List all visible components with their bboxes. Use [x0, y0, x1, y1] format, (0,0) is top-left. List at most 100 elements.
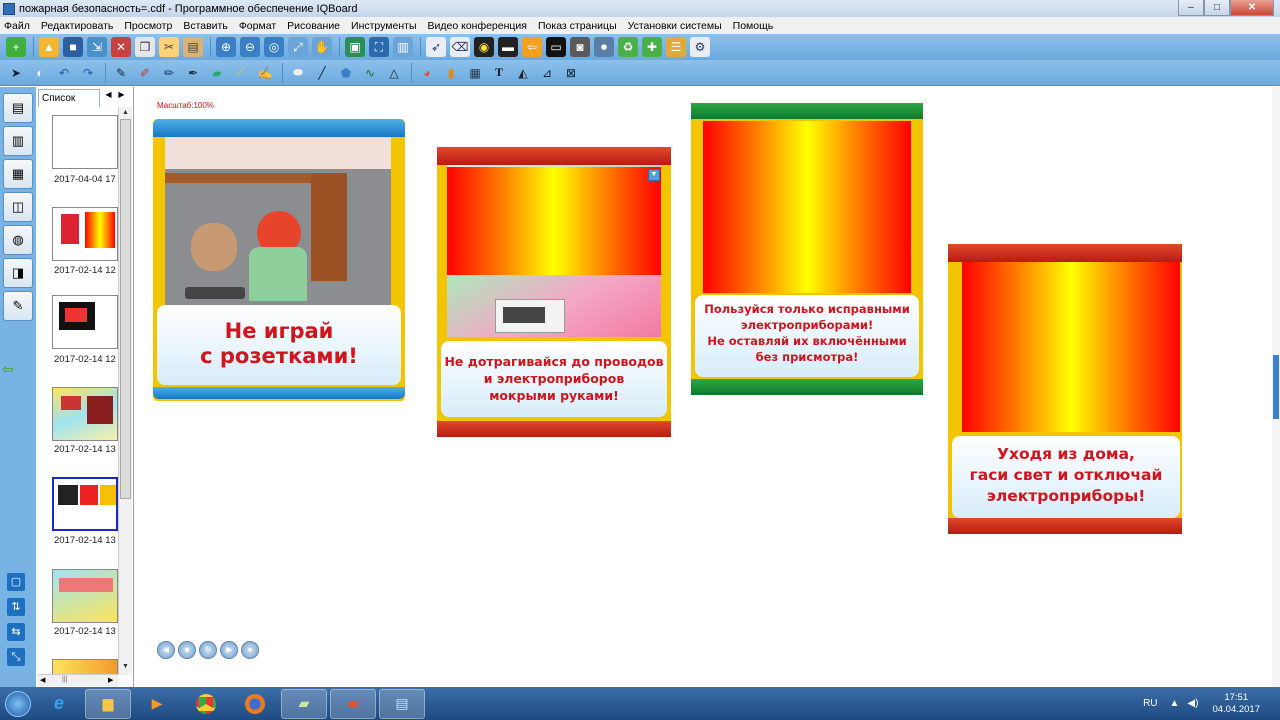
fullscreen-icon[interactable]: ⛶: [369, 37, 389, 57]
menu-file[interactable]: Файл: [4, 20, 30, 32]
menu-format[interactable]: Формат: [239, 20, 276, 32]
page-thumbnail-4[interactable]: [52, 387, 118, 441]
taskbar-notes[interactable]: ▰: [281, 688, 327, 719]
safety-card-4[interactable]: Уходя из дома, гаси свет и отключай элек…: [948, 244, 1182, 534]
ruler-icon[interactable]: ⊿: [537, 63, 557, 83]
language-indicator[interactable]: RU: [1143, 698, 1157, 709]
taskbar-media[interactable]: ▶: [134, 689, 180, 719]
safety-card-3[interactable]: Пользуйся только исправными электроприбо…: [691, 103, 923, 395]
taskbar-firefox[interactable]: [232, 689, 278, 719]
zoom-in-icon[interactable]: ⊕: [216, 37, 236, 57]
add-icon[interactable]: ✚: [642, 37, 662, 57]
fit-icon[interactable]: ⤢: [288, 37, 308, 57]
pointer-icon[interactable]: ➶: [426, 37, 446, 57]
library-icon[interactable]: ▥: [3, 126, 33, 156]
dual-screen-icon[interactable]: ▥: [393, 37, 413, 57]
maximize-button[interactable]: □: [1204, 0, 1230, 16]
menu-help[interactable]: Помощь: [733, 20, 774, 32]
whiteboard-canvas[interactable]: Масштаб:100% Не играй с розетками! ▼ Не …: [135, 87, 1271, 687]
nav-stop-button[interactable]: ■: [178, 641, 196, 659]
laser-pen-icon[interactable]: ⟋: [231, 63, 251, 83]
highlighter-icon[interactable]: ▰: [207, 63, 227, 83]
pen-icon[interactable]: ✎: [111, 63, 131, 83]
smart-pen-icon[interactable]: ✍: [255, 63, 275, 83]
taskbar-explorer[interactable]: ▆: [85, 688, 131, 719]
delete-icon[interactable]: ✕: [111, 37, 131, 57]
paste-icon[interactable]: ▤: [183, 37, 203, 57]
pencil-icon[interactable]: ✏: [159, 63, 179, 83]
screenshot-icon[interactable]: ▣: [345, 37, 365, 57]
nav-refresh-button[interactable]: ↻: [199, 641, 217, 659]
web-icon[interactable]: ◍: [3, 225, 33, 255]
swap-icon[interactable]: ⇆: [7, 623, 25, 641]
menu-tools[interactable]: Инструменты: [351, 20, 416, 32]
redo-icon[interactable]: ↷: [78, 63, 98, 83]
eraser-tool-icon[interactable]: ⬬: [288, 63, 308, 83]
taskbar-ie[interactable]: e: [36, 689, 82, 719]
chart-tool-icon[interactable]: ◨: [3, 258, 33, 288]
safety-card-2[interactable]: ▼ Не дотрагивайся до проводов и электроп…: [437, 147, 671, 437]
record-icon[interactable]: ⏺: [594, 37, 614, 57]
back-icon[interactable]: ⇦: [522, 37, 542, 57]
taskbar-powerpoint[interactable]: ▣: [330, 688, 376, 719]
page-list-scrollbar[interactable]: ▲ ▼: [118, 107, 132, 675]
color-icon[interactable]: ◕: [417, 63, 437, 83]
start-button[interactable]: [0, 687, 36, 720]
menu-page-show[interactable]: Показ страницы: [538, 20, 617, 32]
screen-shade-icon[interactable]: ▬: [498, 37, 518, 57]
clock[interactable]: 17:51 04.04.2017: [1212, 692, 1260, 716]
minimize-button[interactable]: –: [1178, 0, 1204, 16]
page-thumbnail-2[interactable]: [52, 207, 118, 261]
table-icon[interactable]: ▦: [465, 63, 485, 83]
scrollbar-thumb[interactable]: [120, 119, 131, 499]
eraser-icon[interactable]: ⌫: [450, 37, 470, 57]
safety-card-1[interactable]: Не играй с розетками!: [153, 119, 405, 401]
sort-icon[interactable]: ⇅: [7, 598, 25, 616]
tray-arrow-icon[interactable]: ▲: [1170, 698, 1180, 709]
fill-icon[interactable]: ◭: [513, 63, 533, 83]
scroll-up-icon[interactable]: ▲: [122, 109, 129, 116]
mouse-icon[interactable]: ◐: [30, 63, 50, 83]
menu-system-settings[interactable]: Установки системы: [628, 20, 722, 32]
open-icon[interactable]: ▲: [39, 37, 59, 57]
canvas-scrollbar[interactable]: [1272, 87, 1280, 687]
notes-icon[interactable]: ✎: [3, 291, 33, 321]
pan-icon[interactable]: ✋: [312, 37, 332, 57]
page-thumbnail-1[interactable]: [52, 115, 118, 169]
menu-draw[interactable]: Рисование: [287, 20, 340, 32]
marker-icon[interactable]: ✒: [183, 63, 203, 83]
clear-icon[interactable]: ☰: [666, 37, 686, 57]
menu-edit[interactable]: Редактировать: [41, 20, 114, 32]
volume-icon[interactable]: ◀): [1187, 698, 1198, 709]
tab-list[interactable]: Список: [38, 89, 100, 107]
resource-icon[interactable]: ▦: [3, 159, 33, 189]
scroll-right-icon[interactable]: ▶: [108, 676, 113, 684]
collapse-arrow-icon[interactable]: ⇦: [2, 361, 14, 378]
export-icon[interactable]: ⇲: [87, 37, 107, 57]
cut-icon[interactable]: ✂: [159, 37, 179, 57]
nav-record-button[interactable]: ●: [241, 641, 259, 659]
copy-icon[interactable]: ❐: [135, 37, 155, 57]
canvas-scroll-thumb[interactable]: [1273, 355, 1279, 419]
page-thumbnail-6[interactable]: [52, 569, 118, 623]
dropdown-icon[interactable]: ▼: [648, 169, 660, 181]
polygon-icon[interactable]: ⬟: [336, 63, 356, 83]
brush-icon[interactable]: ✐: [135, 63, 155, 83]
display-icon[interactable]: ▭: [546, 37, 566, 57]
page-list-hscrollbar[interactable]: ◀ ||| ▶: [38, 674, 118, 686]
undo-icon[interactable]: ↶: [54, 63, 74, 83]
shape-icon[interactable]: △: [384, 63, 404, 83]
recycle-icon[interactable]: ♻: [618, 37, 638, 57]
expand-icon[interactable]: ⤡: [7, 648, 25, 666]
scroll-down-icon[interactable]: ▼: [122, 663, 129, 670]
nav-next-button[interactable]: ▶: [220, 641, 238, 659]
page-icon[interactable]: ▤: [3, 93, 33, 123]
select-icon[interactable]: ➤: [6, 63, 26, 83]
chart-icon[interactable]: ∿: [360, 63, 380, 83]
line-icon[interactable]: ╱: [312, 63, 332, 83]
menu-video-conference[interactable]: Видео конференция: [428, 20, 527, 32]
page-thumbnail-5[interactable]: [52, 477, 118, 531]
scroll-left-icon[interactable]: ◀: [40, 676, 45, 684]
menu-insert[interactable]: Вставить: [183, 20, 228, 32]
taskbar-chrome[interactable]: [183, 689, 229, 719]
